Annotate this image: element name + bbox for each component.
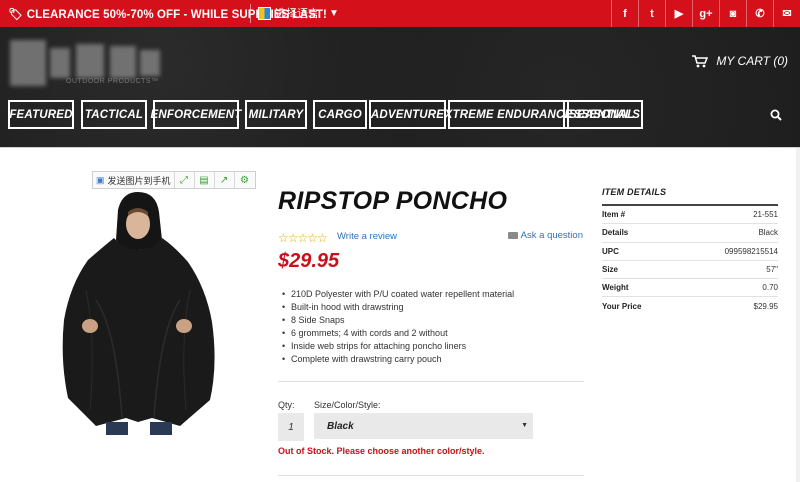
logo-subtitle: OUTDOOR PRODUCTS™ — [66, 78, 159, 85]
product-title: RIPSTOP PONCHO — [278, 187, 508, 215]
nav-item-enforcement[interactable]: ENFORCEMENT — [151, 100, 241, 129]
image-toolbar: ▣ 发送图片到手机 ⤢ ▤ ↗ ⚙ — [92, 171, 256, 189]
nav-item-xtreme-endurance[interactable]: XTREME ENDURANCE — [445, 100, 572, 129]
phone-icon[interactable]: ✆ — [746, 0, 773, 27]
google-translate-icon — [258, 6, 271, 20]
site-logo[interactable]: OUTDOOR PRODUCTS™ — [10, 34, 162, 94]
top-bar: 🏷 CLEARANCE 50%-70% OFF - WHILE SUPPLIES … — [0, 0, 800, 27]
youtube-icon[interactable]: ▶ — [665, 0, 692, 27]
nav-item-adventure[interactable]: ADVENTURE — [369, 100, 446, 129]
detail-key: Item # — [602, 210, 626, 220]
rating-stars[interactable]: ☆☆☆☆☆ — [278, 231, 328, 245]
list-item: 8 Side Snaps — [282, 314, 514, 327]
option-label: Size/Color/Style: — [314, 400, 381, 410]
divider — [278, 381, 584, 382]
list-item: Built-in hood with drawstring — [282, 301, 514, 314]
logo-letter — [110, 46, 136, 78]
chat-bubble-icon — [507, 232, 518, 239]
detail-value: 57" — [766, 265, 778, 275]
divider — [0, 147, 800, 148]
product-price: $29.95 — [278, 250, 340, 272]
table-row: UPC 099598215514 — [602, 243, 778, 261]
nav-item-tactical[interactable]: TACTICAL — [81, 100, 147, 129]
divider — [278, 475, 584, 476]
out-of-stock-message: Out of Stock. Please choose another colo… — [278, 446, 485, 456]
logo-letter — [140, 50, 160, 76]
list-item: Complete with drawstring carry pouch — [282, 353, 514, 366]
item-details-table: ITEM DETAILS Item # 21-551 Details Black U… — [602, 187, 778, 316]
table-row: Your Price $29.95 — [602, 297, 778, 315]
ask-question-label: Ask a question — [520, 230, 583, 241]
detail-key: Weight — [602, 283, 629, 293]
nav-item-essentials[interactable]: ESSENTIALS — [563, 100, 643, 129]
quantity-input[interactable]: 1 — [278, 413, 304, 441]
expand-icon[interactable]: ⤢ — [175, 172, 195, 188]
logo-letter — [76, 44, 104, 78]
option-select[interactable]: Black ▼ — [314, 413, 533, 439]
social-links: f t ▶ g+ ◙ ✆ ✉ — [611, 0, 800, 27]
cart-icon — [692, 54, 709, 67]
detail-value: 21-551 — [753, 210, 778, 220]
table-row: Size 57" — [602, 261, 778, 280]
phone-send-icon: ▣ — [96, 174, 105, 185]
facebook-icon[interactable]: f — [611, 0, 638, 27]
qty-label: Qty: — [278, 400, 295, 410]
site-header: OUTDOOR PRODUCTS™ MY CART (0) FEATURED T… — [0, 27, 800, 147]
option-selected-value: Black — [327, 420, 354, 432]
table-row: Item # 21-551 — [602, 206, 778, 225]
list-item: 6 grommets; 4 with cords and 2 without — [282, 327, 514, 340]
list-item: Inside web strips for attaching poncho l… — [282, 340, 514, 353]
chevron-down-icon: ▼ — [521, 422, 528, 429]
divider — [250, 4, 251, 23]
nav-item-cargo[interactable]: CARGO — [313, 100, 367, 129]
detail-value: 0.70 — [762, 283, 778, 293]
feature-list: 210D Polyester with P/U coated water rep… — [282, 288, 514, 366]
chevron-down-icon: ▼ — [329, 7, 339, 19]
product-image[interactable] — [56, 190, 221, 435]
twitter-icon[interactable]: t — [638, 0, 665, 27]
instagram-icon[interactable]: ◙ — [719, 0, 746, 27]
nav-item-featured[interactable]: FEATURED — [8, 100, 74, 129]
detail-key: Size — [602, 265, 619, 275]
share-icon[interactable]: ↗ — [215, 172, 235, 188]
list-item: 210D Polyester with P/U coated water rep… — [282, 288, 514, 301]
cart-label: MY CART (0) — [716, 54, 788, 68]
send-to-phone-button[interactable]: ▣ 发送图片到手机 — [93, 172, 175, 188]
detail-key: Details — [602, 228, 629, 238]
save-icon[interactable]: ▤ — [195, 172, 215, 188]
detail-value: 099598215514 — [724, 246, 778, 256]
detail-value: $29.95 — [753, 302, 778, 312]
table-row: Weight 0.70 — [602, 279, 778, 298]
send-to-phone-label: 发送图片到手机 — [107, 175, 171, 186]
nav-item-military[interactable]: MILITARY — [245, 100, 307, 129]
detail-key: Your Price — [602, 302, 642, 312]
language-selector[interactable]: 选择语言 ▼ — [258, 5, 339, 21]
page-scrollbar[interactable] — [796, 148, 800, 482]
table-row: Details Black — [602, 224, 778, 243]
language-label: 选择语言 — [275, 8, 319, 20]
logo-mark — [10, 40, 46, 86]
item-details-heading: ITEM DETAILS — [602, 187, 778, 206]
search-icon[interactable] — [770, 109, 782, 121]
email-icon[interactable]: ✉ — [773, 0, 800, 27]
google-plus-icon[interactable]: g+ — [692, 0, 719, 27]
settings-icon[interactable]: ⚙ — [235, 172, 255, 188]
detail-value: Black — [758, 228, 778, 238]
tag-icon: 🏷 — [8, 9, 23, 21]
detail-key: UPC — [602, 246, 619, 256]
cart-link[interactable]: MY CART (0) — [692, 54, 788, 68]
write-review-link[interactable]: Write a review — [337, 231, 397, 242]
logo-letter — [50, 48, 70, 78]
ask-question-link[interactable]: Ask a question — [507, 230, 583, 241]
